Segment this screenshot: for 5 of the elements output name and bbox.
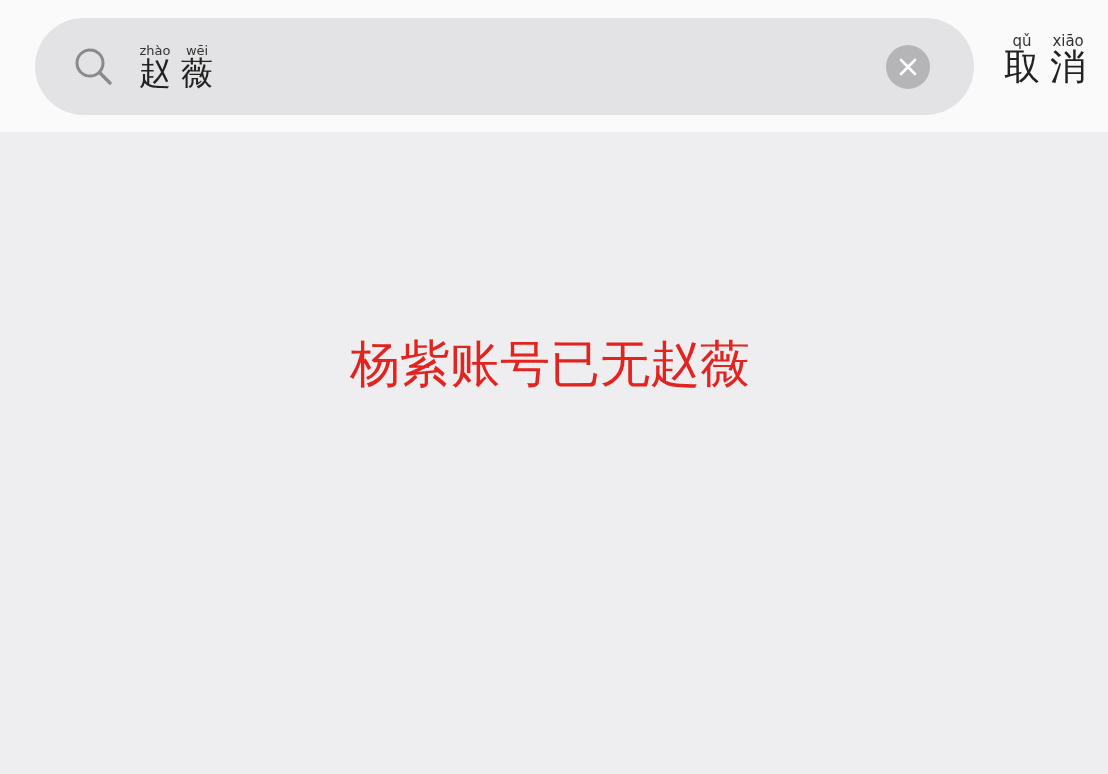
search-field[interactable]: 赵 zhào 薇 wēi bbox=[35, 18, 975, 115]
cancel-button[interactable]: 取 qǔ 消 xiāo bbox=[1004, 34, 1096, 85]
close-icon bbox=[898, 56, 919, 77]
overlay-caption: 杨紫账号已无赵薇 bbox=[349, 334, 751, 395]
search-query: 赵 zhào 薇 wēi bbox=[139, 44, 214, 89]
